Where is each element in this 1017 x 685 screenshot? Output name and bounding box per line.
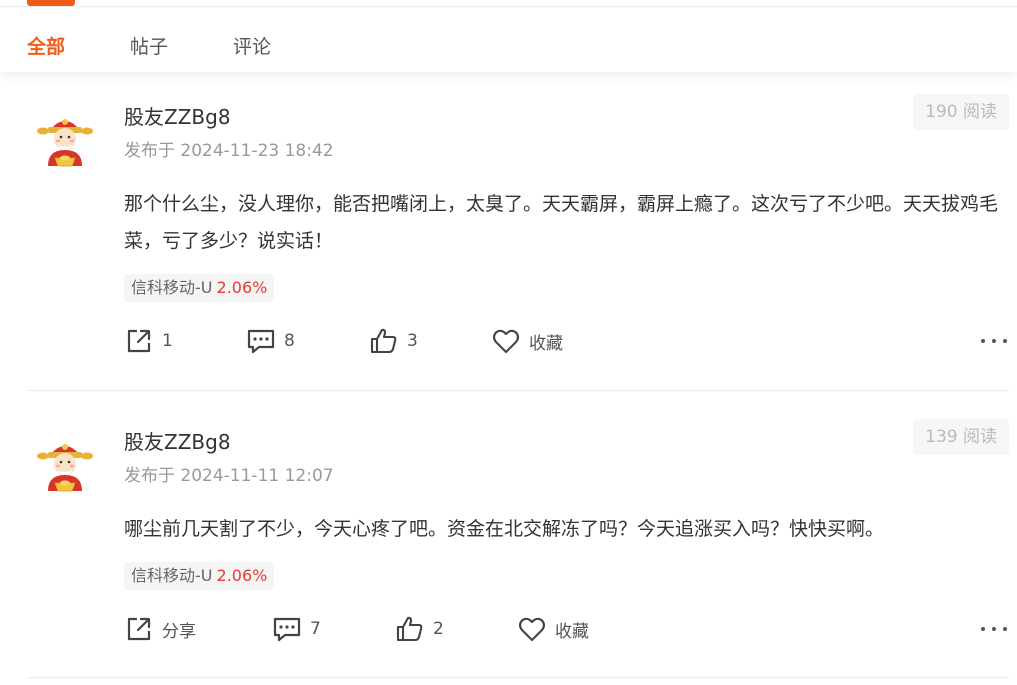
favorite-button[interactable]: 收藏 (517, 612, 589, 646)
post-content[interactable]: 哪尘前几天割了不少，今天心疼了吧。资金在北交解冻了吗？今天追涨买入吗？快快买啊。 (124, 511, 1009, 548)
heart-icon (492, 329, 520, 354)
comment-count: 7 (310, 619, 321, 639)
active-tab-indicator (27, 0, 75, 6)
view-count-badge: 139 阅读 (913, 419, 1009, 455)
post-divider (27, 677, 1009, 678)
comment-button[interactable]: 7 (272, 612, 321, 646)
share-button[interactable]: 1 (124, 324, 173, 358)
favorite-button[interactable]: 收藏 (491, 324, 563, 358)
like-count: 3 (407, 331, 418, 351)
share-label: 分享 (162, 621, 196, 642)
tab-all[interactable]: 全部 (27, 34, 65, 60)
more-icon[interactable] (981, 330, 1007, 352)
action-bar: 1 8 3 收藏 (0, 324, 1017, 358)
author-name[interactable]: 股友ZZBg8 (124, 429, 231, 455)
post-card: 股友ZZBg8 发布于 2024-11-11 12:07 139 阅读 哪尘前几… (0, 415, 1017, 685)
post-divider (27, 390, 1009, 391)
tab-posts[interactable]: 帖子 (130, 34, 168, 60)
post-card: 股友ZZBg8 发布于 2024-11-23 18:42 190 阅读 那个什么… (0, 90, 1017, 390)
tab-comments[interactable]: 评论 (233, 34, 271, 60)
comment-count: 8 (284, 331, 295, 351)
like-button[interactable]: 2 (395, 612, 444, 646)
top-divider (0, 6, 1017, 7)
favorite-label: 收藏 (555, 621, 589, 642)
comment-icon (247, 329, 275, 354)
avatar-icon[interactable] (36, 110, 94, 168)
favorite-label: 收藏 (529, 333, 563, 354)
post-time: 发布于 2024-11-23 18:42 (124, 141, 334, 161)
post-content[interactable]: 那个什么尘，没人理你，能否把嘴闭上，太臭了。天天霸屏，霸屏上瘾了。这次亏了不少吧… (124, 186, 1009, 260)
share-button[interactable]: 分享 (124, 612, 196, 646)
stock-name: 信科移动-U (131, 278, 213, 297)
like-icon (370, 328, 397, 354)
like-button[interactable]: 3 (369, 324, 418, 358)
action-bar: 分享 7 2 收藏 (0, 612, 1017, 646)
stock-name: 信科移动-U (131, 566, 213, 585)
stock-tag[interactable]: 信科移动-U 2.06% (124, 274, 275, 302)
tab-bar: 全部 帖子 评论 (0, 0, 1017, 72)
more-icon[interactable] (981, 618, 1007, 640)
comment-icon (273, 617, 301, 642)
post-time: 发布于 2024-11-11 12:07 (124, 466, 334, 486)
share-icon (127, 329, 151, 353)
heart-icon (518, 617, 546, 642)
avatar-icon[interactable] (36, 435, 94, 493)
view-count-badge: 190 阅读 (913, 94, 1009, 130)
author-name[interactable]: 股友ZZBg8 (124, 104, 231, 130)
comment-button[interactable]: 8 (246, 324, 295, 358)
like-icon (396, 616, 423, 642)
stock-tag[interactable]: 信科移动-U 2.06% (124, 562, 275, 590)
like-count: 2 (433, 619, 444, 639)
share-icon (127, 617, 151, 641)
stock-change: 2.06% (216, 278, 268, 297)
share-count: 1 (162, 331, 173, 351)
stock-change: 2.06% (216, 566, 268, 585)
